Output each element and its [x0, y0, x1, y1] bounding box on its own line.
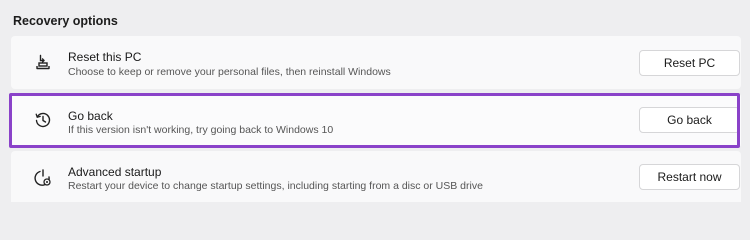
option-description: Choose to keep or remove your personal f… — [68, 66, 391, 78]
restart-now-button[interactable]: Restart now — [639, 164, 740, 190]
recovery-option-reset-pc: Reset this PC Choose to keep or remove y… — [11, 36, 741, 89]
reset-pc-icon — [33, 52, 53, 72]
option-title: Go back — [68, 109, 113, 123]
option-description: Restart your device to change startup se… — [68, 180, 483, 192]
recovery-option-go-back: Go back If this version isn't working, t… — [11, 93, 741, 148]
recovery-option-advanced-startup: Advanced startup Restart your device to … — [11, 151, 741, 202]
option-description: If this version isn't working, try going… — [68, 124, 334, 136]
go-back-button[interactable]: Go back — [639, 107, 740, 133]
recovery-page: Recovery options Reset this PC Choose to… — [0, 0, 750, 202]
section-title: Recovery options — [13, 14, 118, 28]
option-title: Reset this PC — [68, 50, 142, 64]
option-title: Advanced startup — [68, 165, 162, 179]
advanced-startup-icon — [33, 168, 53, 188]
history-icon — [33, 110, 53, 130]
reset-pc-button[interactable]: Reset PC — [639, 50, 740, 76]
